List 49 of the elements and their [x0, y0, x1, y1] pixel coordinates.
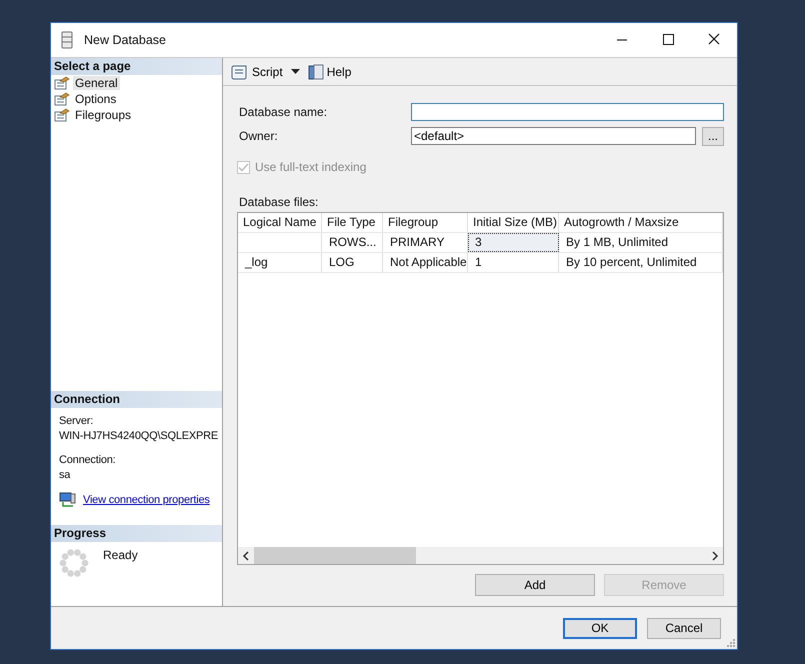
table-cell[interactable]: By 1 MB, Unlimited	[559, 233, 723, 252]
page-icon	[54, 92, 70, 106]
database-name-field[interactable]	[411, 103, 724, 121]
table-cell[interactable]: _log	[238, 253, 322, 272]
page-icon	[54, 108, 70, 122]
progress-status: Ready	[103, 548, 138, 562]
server-name: WIN-HJ7HS4240QQ\SQLEXPRE	[59, 429, 220, 444]
horizontal-scrollbar[interactable]	[238, 547, 723, 564]
table-cell[interactable]: By 10 percent, Unlimited	[559, 253, 723, 272]
database-name-label: Database name:	[238, 105, 328, 119]
column-header[interactable]: Filegroup	[383, 213, 468, 232]
browse-button[interactable]: ...	[702, 126, 724, 146]
page-list-item[interactable]: Options	[73, 92, 118, 106]
database-files-label: Database files:	[238, 195, 320, 209]
column-header[interactable]: Autogrowth / Maxsize	[559, 213, 723, 232]
table-cell[interactable]: 1	[468, 253, 559, 272]
script-button[interactable]: Script	[229, 62, 285, 82]
section-header: Connection	[51, 391, 222, 408]
cancel-button[interactable]: Cancel	[647, 618, 721, 638]
view-connection-properties-link[interactable]: View connection properties	[83, 492, 210, 508]
column-header[interactable]: Logical Name	[238, 213, 322, 232]
help-button[interactable]: Help	[306, 62, 354, 82]
action-button[interactable]: Add	[475, 574, 595, 596]
spinner-icon	[59, 548, 89, 578]
computer-icon	[59, 492, 77, 508]
page-list-item[interactable]: General	[73, 76, 120, 90]
server-label: Server:	[59, 414, 94, 429]
owner-field[interactable]: <default>	[411, 127, 696, 145]
connection-label: Connection:	[59, 453, 117, 468]
resize-grip-icon[interactable]	[727, 639, 735, 647]
page-list-item[interactable]: Filegroups	[73, 108, 134, 122]
column-header[interactable]: Initial Size (MB)	[468, 213, 559, 232]
page-icon	[54, 76, 70, 90]
owner-label: Owner:	[238, 129, 279, 143]
checkbox-label: Use full-text indexing	[255, 160, 366, 174]
dropdown-caret-icon[interactable]	[290, 68, 300, 74]
scrollbar-thumb[interactable]	[254, 547, 416, 564]
ok-button[interactable]: OK	[563, 618, 637, 638]
table-cell[interactable]: Not Applicable	[383, 253, 468, 272]
window-title: New Database	[84, 33, 167, 47]
table-cell[interactable]: 3	[468, 233, 559, 252]
connection-user: sa	[59, 468, 72, 483]
section-header: Select a page	[51, 58, 222, 75]
section-header: Progress	[51, 525, 222, 542]
database-icon	[61, 31, 73, 49]
table-cell[interactable]: LOG	[322, 253, 383, 272]
table-cell[interactable]: ROWS...	[322, 233, 383, 252]
column-header[interactable]: File Type	[322, 213, 383, 232]
help-book-icon	[308, 64, 324, 80]
